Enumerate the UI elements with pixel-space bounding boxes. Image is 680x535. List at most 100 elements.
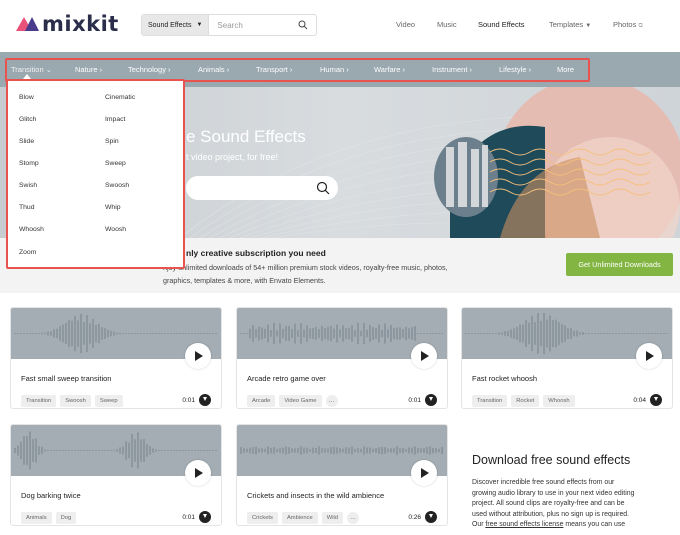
nav-sound-effects[interactable]: Sound Effects xyxy=(478,20,525,29)
play-icon[interactable] xyxy=(411,460,437,486)
dropdown-item-sweep[interactable]: Sweep xyxy=(105,160,126,167)
dropdown-item-glitch[interactable]: Glitch xyxy=(19,116,36,123)
sound-title[interactable]: Fast small sweep transition xyxy=(21,374,111,383)
tag[interactable]: Video Game xyxy=(279,395,322,407)
paragraph-line: used without attribution, plus no sign u… xyxy=(472,510,630,518)
dropdown-item-spin[interactable]: Spin xyxy=(105,138,119,145)
dropdown-item-impact[interactable]: Impact xyxy=(105,116,125,123)
download-section-title: Download free sound effects xyxy=(472,453,631,467)
external-link-icon: ⧉ xyxy=(638,23,643,29)
dropdown-item-whip[interactable]: Whip xyxy=(105,204,121,211)
mixkit-logo[interactable]: mixkit xyxy=(16,12,119,36)
tag[interactable]: Crickets xyxy=(247,512,278,524)
tag[interactable]: Rocket xyxy=(511,395,540,407)
nav-music[interactable]: Music xyxy=(437,20,457,29)
category-transition[interactable]: Transition ⌄ xyxy=(11,65,52,74)
chevron-right-icon: › xyxy=(528,65,532,74)
nav-video[interactable]: Video xyxy=(396,20,415,29)
play-icon[interactable] xyxy=(636,343,662,369)
search-box: Sound Effects ▼ xyxy=(141,14,317,36)
paragraph-line: project. All sound clips are royalty-fre… xyxy=(472,500,625,508)
download-icon[interactable] xyxy=(199,394,211,406)
dropdown-item-woosh[interactable]: Woosh xyxy=(105,226,126,233)
category-more[interactable]: More xyxy=(557,65,574,74)
transition-dropdown-menu: Blow Glitch Slide Stomp Swish Thud Whoos… xyxy=(6,79,185,269)
chevron-right-icon: › xyxy=(346,65,349,74)
dropdown-item-swish[interactable]: Swish xyxy=(19,182,37,189)
hero-search-icon[interactable] xyxy=(316,181,330,195)
play-icon[interactable] xyxy=(411,343,437,369)
license-link[interactable]: free sound effects license xyxy=(485,521,563,528)
category-animals[interactable]: Animals › xyxy=(198,65,229,74)
sound-title[interactable]: Fast rocket whoosh xyxy=(472,374,537,383)
tag[interactable]: Sweep xyxy=(94,395,123,407)
sound-card[interactable]: Fast rocket whoosh Transition Rocket Who… xyxy=(461,307,673,409)
nav-templates[interactable]: Templates ▼ xyxy=(549,20,591,29)
sound-title[interactable]: Crickets and insects in the wild ambienc… xyxy=(247,491,384,500)
tag[interactable]: Whoosh xyxy=(543,395,575,407)
search-input[interactable] xyxy=(209,20,300,30)
chevron-right-icon: › xyxy=(402,65,406,74)
category-nature[interactable]: Nature › xyxy=(75,65,102,74)
dropdown-item-swoosh[interactable]: Swoosh xyxy=(105,182,129,189)
logo-text: mixkit xyxy=(42,12,119,36)
dropdown-item-blow[interactable]: Blow xyxy=(19,94,34,101)
sound-card[interactable]: Arcade retro game over Arcade Video Game… xyxy=(236,307,448,409)
get-unlimited-downloads-button[interactable]: Get Unlimited Downloads xyxy=(566,253,673,276)
download-icon[interactable] xyxy=(425,394,437,406)
play-icon[interactable] xyxy=(185,343,211,369)
search-category-select[interactable]: Sound Effects ▼ xyxy=(142,15,210,35)
play-icon[interactable] xyxy=(185,460,211,486)
category-transport[interactable]: Transport › xyxy=(256,65,292,74)
paragraph-text: means you can use xyxy=(563,521,626,529)
category-lifestyle[interactable]: Lifestyle › xyxy=(499,65,531,74)
tag-list: Transition Rocket Whoosh xyxy=(472,395,575,407)
envato-promo-text-line1: njoy unlimited downloads of 54+ million … xyxy=(163,263,448,272)
download-icon[interactable] xyxy=(650,394,662,406)
nav-photos[interactable]: Photos ⧉ xyxy=(613,20,643,30)
dropdown-item-cinematic[interactable]: Cinematic xyxy=(105,94,135,101)
sound-title[interactable]: Dog barking twice xyxy=(21,491,81,500)
sound-duration: 0:01 xyxy=(182,514,195,521)
category-technology[interactable]: Technology › xyxy=(128,65,171,74)
envato-promo-text-line2: graphics, templates & more, with Envato … xyxy=(163,276,326,285)
tag[interactable]: Dog xyxy=(55,512,77,524)
category-human[interactable]: Human › xyxy=(320,65,349,74)
more-tags-icon[interactable]: … xyxy=(325,395,338,407)
category-lifestyle-label: Lifestyle xyxy=(499,65,527,74)
sound-card[interactable]: Fast small sweep transition Transition S… xyxy=(10,307,222,409)
sound-card[interactable]: Crickets and insects in the wild ambienc… xyxy=(236,424,448,526)
chevron-right-icon: › xyxy=(289,65,293,74)
tag-list: Crickets Ambience Wild … xyxy=(247,512,359,524)
tag[interactable]: Arcade xyxy=(247,395,276,407)
paragraph-line: Discover incredible free sound effects f… xyxy=(472,479,615,486)
dropdown-item-whoosh[interactable]: Whoosh xyxy=(19,226,44,233)
tag[interactable]: Ambience xyxy=(281,512,318,524)
dropdown-item-slide[interactable]: Slide xyxy=(19,138,34,145)
tag[interactable]: Transition xyxy=(21,395,57,407)
paragraph-text: Our xyxy=(472,521,486,529)
tag-list: Transition Swoosh Sweep xyxy=(21,395,123,407)
tag[interactable]: Animals xyxy=(21,512,52,524)
sound-title[interactable]: Arcade retro game over xyxy=(247,374,326,383)
hero-title: e Sound Effects xyxy=(186,127,306,146)
sound-duration: 0:01 xyxy=(182,397,195,404)
sound-card[interactable]: Dog barking twice Animals Dog 0:01 xyxy=(10,424,222,526)
dropdown-item-stomp[interactable]: Stomp xyxy=(19,160,39,167)
dropdown-item-zoom[interactable]: Zoom xyxy=(19,249,36,256)
site-header: mixkit Sound Effects ▼ Video Music Sound… xyxy=(0,0,680,52)
search-icon[interactable] xyxy=(298,20,308,30)
chevron-right-icon: › xyxy=(99,65,103,74)
category-nature-label: Nature xyxy=(75,65,98,74)
tag[interactable]: Transition xyxy=(472,395,508,407)
category-transition-label: Transition xyxy=(11,65,44,74)
category-instrument[interactable]: Instrument › xyxy=(432,65,472,74)
tag[interactable]: Swoosh xyxy=(60,395,91,407)
category-warfare[interactable]: Warfare › xyxy=(374,65,405,74)
download-icon[interactable] xyxy=(425,511,437,523)
more-tags-icon[interactable]: … xyxy=(347,512,359,524)
dropdown-item-thud[interactable]: Thud xyxy=(19,204,35,211)
tag[interactable]: Wild xyxy=(321,512,343,524)
download-icon[interactable] xyxy=(199,511,211,523)
category-instrument-label: Instrument xyxy=(432,65,468,74)
